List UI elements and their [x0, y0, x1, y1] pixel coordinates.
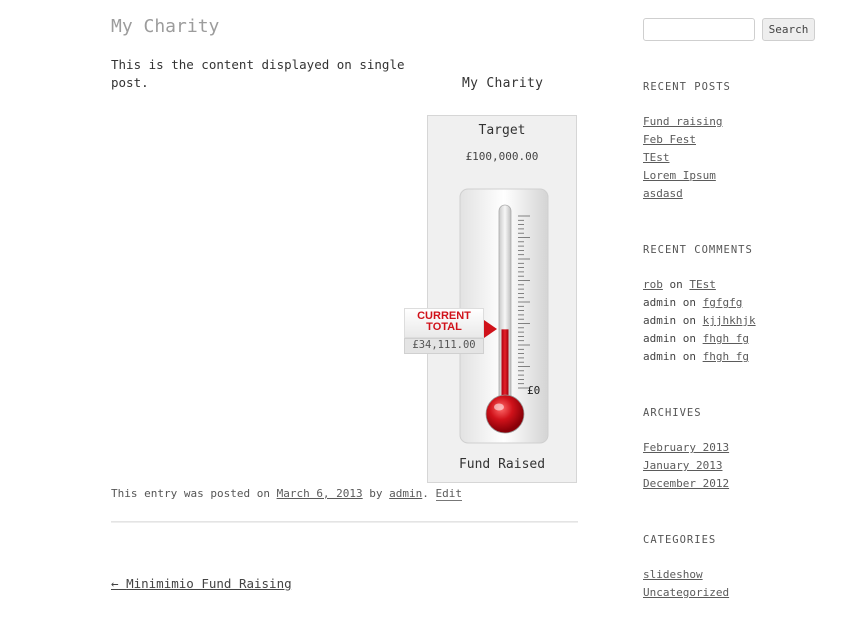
recent-post-link[interactable]: Fund raising: [643, 115, 722, 128]
archive-link[interactable]: February 2013: [643, 441, 729, 454]
target-label: Target: [478, 123, 526, 138]
category-link[interactable]: slideshow: [643, 568, 703, 581]
comment-item: rob on TEst: [643, 276, 756, 294]
entry-meta-by: by: [369, 487, 383, 500]
comment-item: admin on fhgh fg: [643, 330, 756, 348]
recent-posts-title: RECENT POSTS: [643, 81, 731, 93]
current-arrow-icon: [484, 320, 497, 338]
comment-on-label: on: [682, 350, 696, 363]
current-total-value: £34,111.00: [412, 339, 476, 351]
post-content: This is the content displayed on single …: [111, 57, 405, 90]
categories-list: slideshow Uncategorized: [643, 566, 729, 602]
comment-item: admin on fhgh fg: [643, 348, 756, 366]
previous-post-label: Minimimio Fund Raising: [126, 576, 292, 591]
comment-on-label: on: [682, 314, 696, 327]
comment-post-link[interactable]: fgfgfg: [703, 296, 743, 309]
categories-title: CATEGORIES: [643, 534, 717, 546]
comment-post-link[interactable]: fhgh fg: [703, 350, 749, 363]
category-link[interactable]: Uncategorized: [643, 586, 729, 599]
archives-title: ARCHIVES: [643, 407, 702, 419]
recent-comments-title: RECENT COMMENTS: [643, 244, 753, 256]
recent-post-link[interactable]: TEst: [643, 151, 670, 164]
target-value: £100,000.00: [465, 150, 539, 163]
entry-author-link[interactable]: admin: [389, 487, 422, 500]
scale-zero-label: £0: [527, 384, 540, 397]
archive-link[interactable]: December 2012: [643, 477, 729, 490]
comment-author: admin: [643, 314, 677, 327]
recent-post-link[interactable]: Lorem Ipsum: [643, 169, 716, 182]
recent-posts-list: Fund raising Feb Fest TEst Lorem Ipsum a…: [643, 113, 722, 203]
comment-author: admin: [643, 296, 677, 309]
edit-link[interactable]: Edit: [435, 487, 463, 501]
entry-meta-prefix: This entry was posted on: [111, 487, 270, 500]
archive-link[interactable]: January 2013: [643, 459, 722, 472]
comment-on-label: on: [669, 278, 683, 291]
entry-meta: This entry was posted on March 6, 2013 b…: [111, 487, 463, 501]
search-button[interactable]: Search: [762, 18, 815, 41]
comment-post-link[interactable]: fhgh fg: [703, 332, 749, 345]
archives-list: February 2013 January 2013 December 2012: [643, 439, 729, 493]
recent-comments-list: rob on TEst admin on fgfgfg admin on kjj…: [643, 276, 756, 366]
fund-raised-label: Fund Raised: [458, 457, 546, 472]
entry-meta-separator: .: [422, 487, 429, 500]
entry-date-link[interactable]: March 6, 2013: [277, 487, 363, 500]
left-arrow-icon: ←: [111, 576, 119, 591]
post-title: My Charity: [111, 16, 220, 37]
comment-post-link[interactable]: TEst: [689, 278, 716, 291]
comment-author: admin: [643, 332, 677, 345]
comment-author-link[interactable]: rob: [643, 278, 663, 291]
comment-author: admin: [643, 350, 677, 363]
previous-post-link[interactable]: ← Minimimio Fund Raising: [111, 576, 292, 591]
recent-post-link[interactable]: asdasd: [643, 187, 683, 200]
thermometer-bulb: [485, 394, 525, 434]
comment-item: admin on kjjhkhjk: [643, 312, 756, 330]
search-input[interactable]: [643, 18, 755, 41]
content-divider: [111, 521, 578, 523]
comment-on-label: on: [682, 296, 696, 309]
thermometer-widget-title: My Charity: [462, 76, 544, 91]
comment-on-label: on: [682, 332, 696, 345]
current-total-label: CURRENT TOTAL: [417, 310, 471, 333]
recent-post-link[interactable]: Feb Fest: [643, 133, 696, 146]
comment-post-link[interactable]: kjjhkhjk: [703, 314, 756, 327]
comment-item: admin on fgfgfg: [643, 294, 756, 312]
